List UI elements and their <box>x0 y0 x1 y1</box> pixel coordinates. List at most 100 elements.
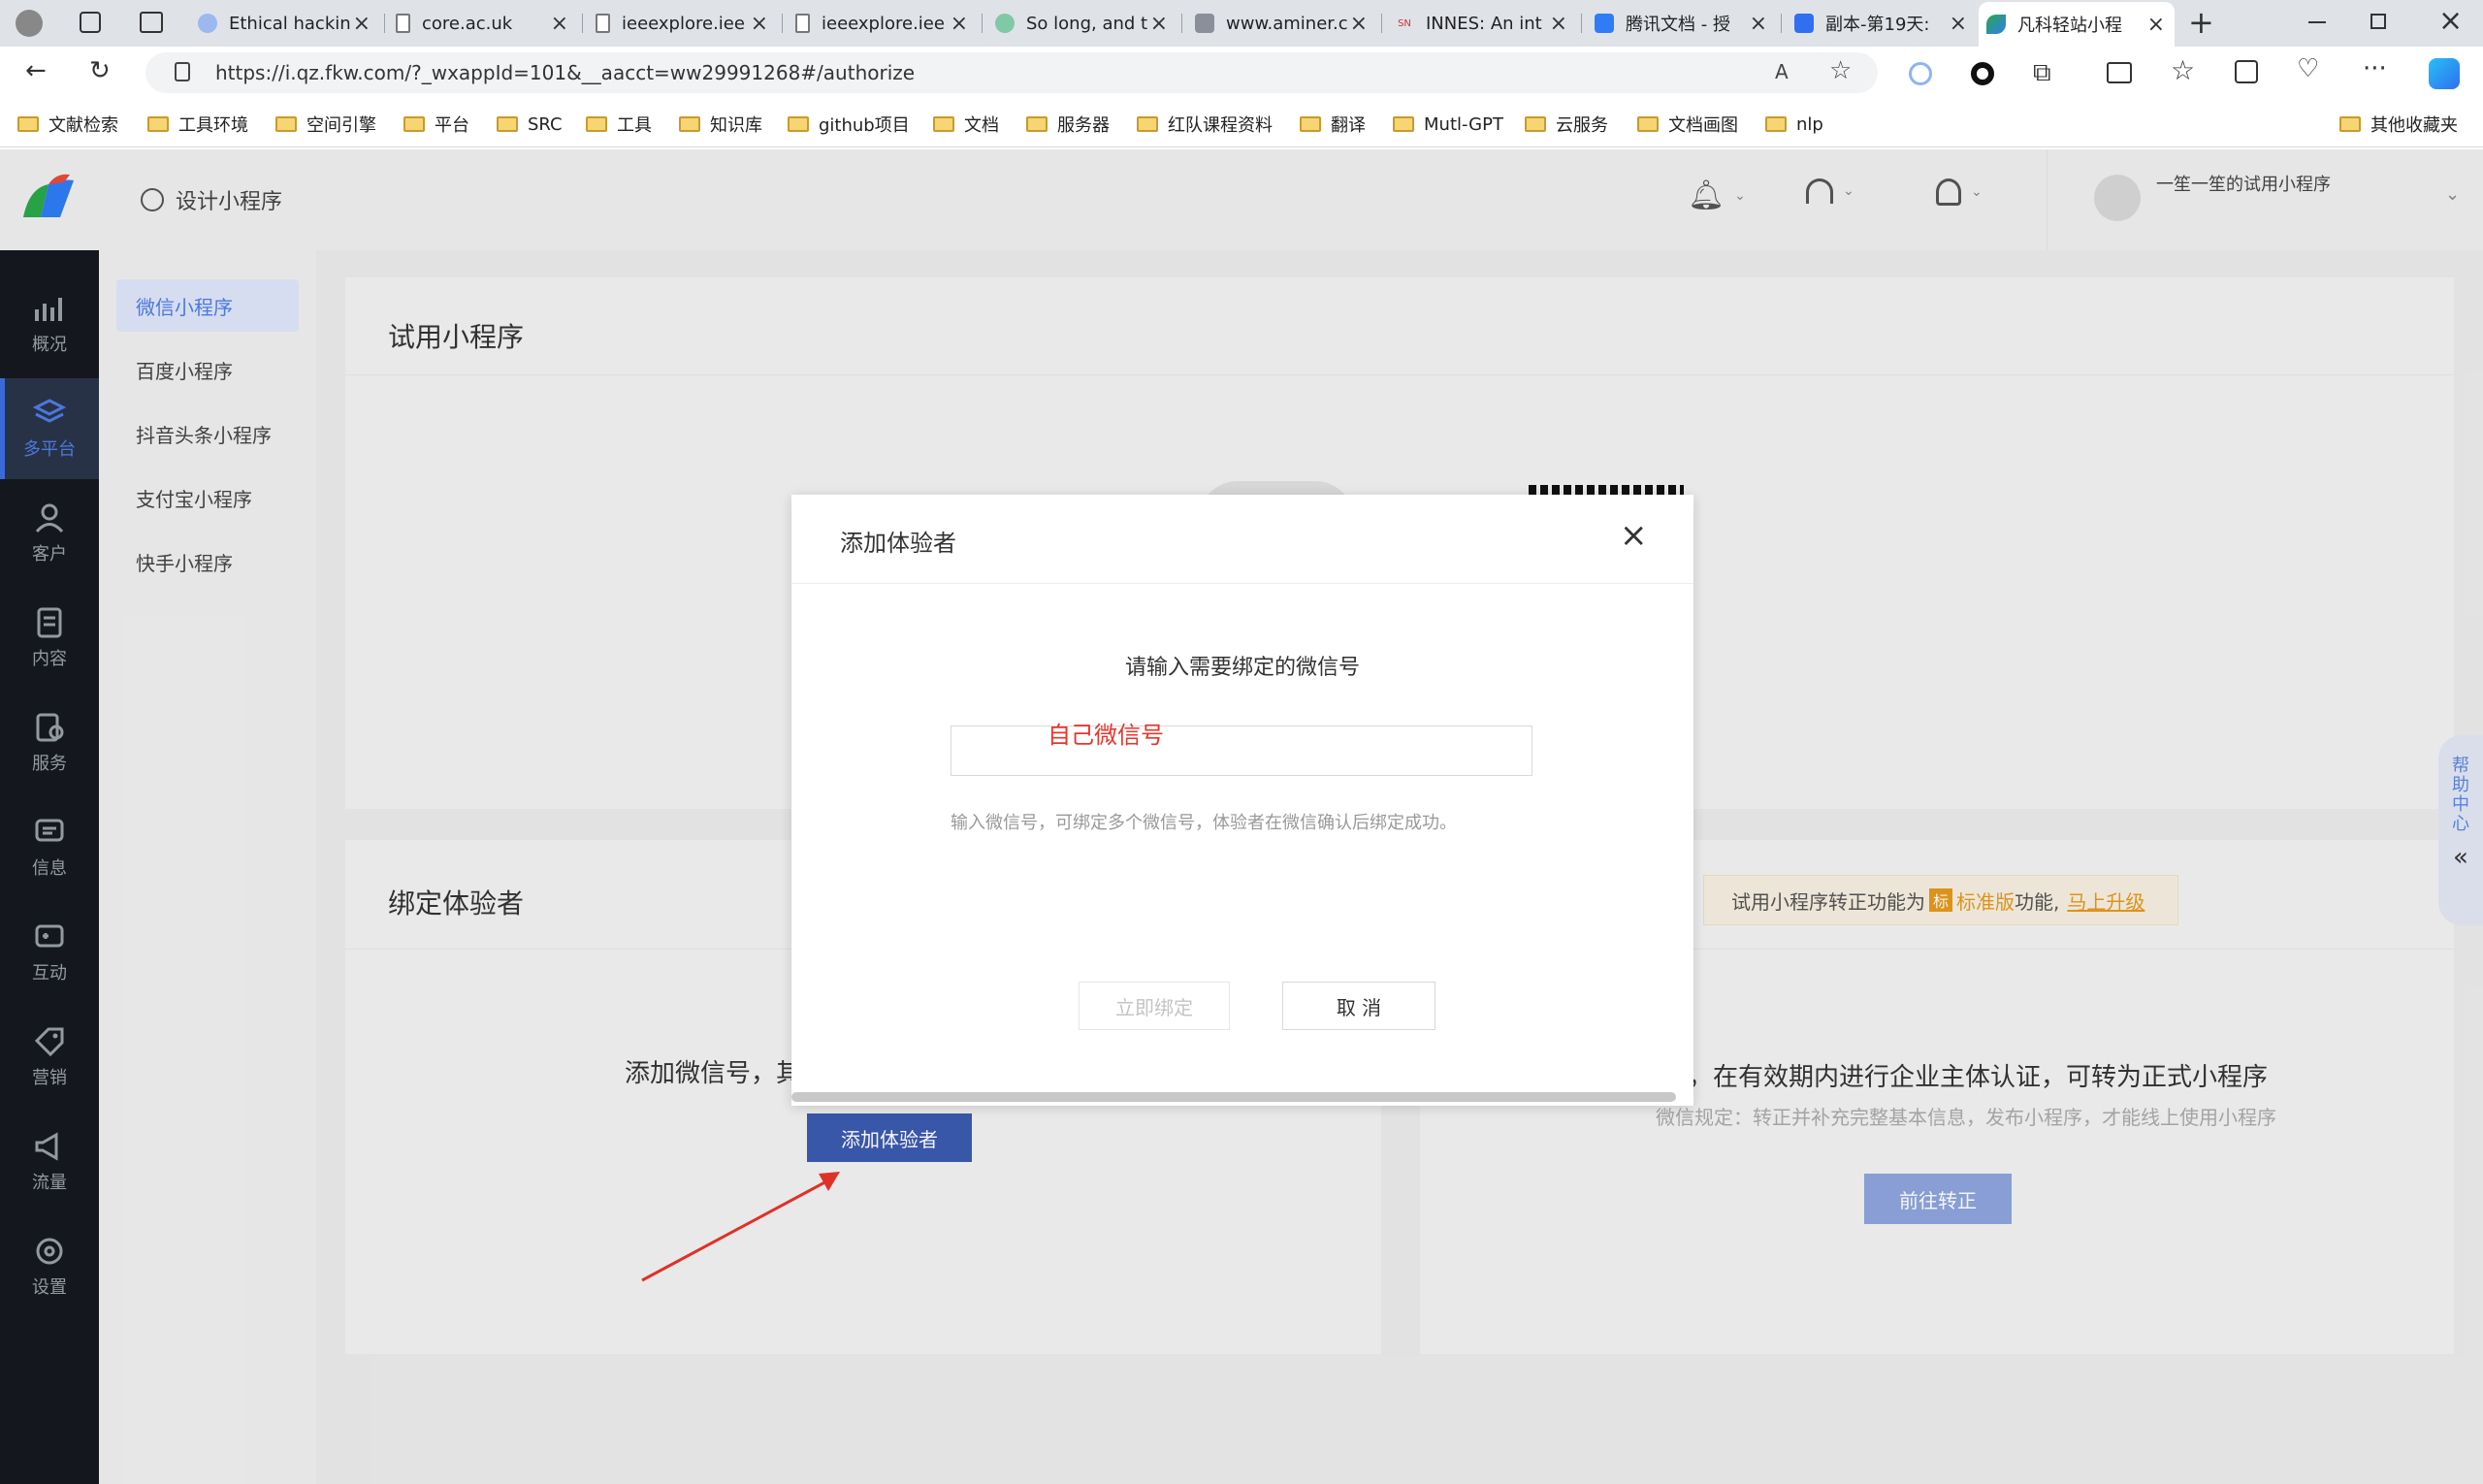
extension-icon[interactable] <box>1909 62 1932 85</box>
folder-icon <box>1393 116 1414 132</box>
folder-icon <box>1026 116 1048 132</box>
folder-icon <box>788 116 809 132</box>
bookmark-folder[interactable]: 云服务 <box>1525 111 1608 138</box>
close-tab-icon[interactable]: × <box>1750 12 1767 36</box>
browser-tab-strip: Ethical hackin × core.ac.uk × ieeexplore… <box>0 0 2483 47</box>
close-tab-icon[interactable]: × <box>353 12 371 36</box>
folder-icon <box>679 116 700 132</box>
bookmark-folder[interactable]: 文档 <box>933 111 999 138</box>
favorites-icon[interactable]: ☆ <box>2171 54 2195 86</box>
close-tab-icon[interactable]: × <box>1550 12 1567 36</box>
dialog-prompt: 请输入需要绑定的微信号 <box>1124 656 1360 680</box>
bookmark-label: 工具 <box>617 115 652 136</box>
close-tab-icon[interactable]: × <box>951 12 968 36</box>
bookmark-folder[interactable]: 工具环境 <box>147 111 248 138</box>
horizontal-scrollbar[interactable] <box>791 1092 1676 1102</box>
browser-tab[interactable]: ieeexplore.iee × <box>788 6 978 41</box>
bookmark-folder[interactable]: 文献检索 <box>17 111 118 138</box>
add-tester-dialog: 添加体验者 × 请输入需要绑定的微信号 自己微信号 输入微信号，可绑定多个微信号… <box>791 495 1693 1106</box>
record-icon[interactable] <box>1971 62 1994 85</box>
tab-title: 腾讯文档 - 授 <box>1626 15 1730 35</box>
minimize-icon[interactable] <box>2308 21 2326 23</box>
read-aloud-icon[interactable]: A <box>1775 60 1789 83</box>
lock-icon <box>175 62 190 81</box>
bookmark-folder[interactable]: 空间引擎 <box>275 111 376 138</box>
favorite-star-icon[interactable]: ☆ <box>1829 56 1852 85</box>
cancel-button[interactable]: 取 消 <box>1282 982 1435 1030</box>
close-tab-icon[interactable]: × <box>1150 12 1168 36</box>
tab-actions-icon[interactable] <box>140 12 163 33</box>
folder-icon <box>403 116 425 132</box>
browser-tab[interactable]: 腾讯文档 - 授 × <box>1587 6 1777 41</box>
collections-icon[interactable] <box>2235 60 2258 83</box>
folder-icon <box>1525 116 1546 132</box>
close-icon[interactable]: × <box>1620 516 1648 555</box>
browser-tab[interactable]: www.aminer.c × <box>1187 6 1377 41</box>
bookmark-label: github项目 <box>819 115 910 136</box>
new-tab-icon[interactable]: + <box>2188 4 2214 41</box>
browser-tab[interactable]: SN INNES: An int × <box>1387 6 1577 41</box>
page-icon <box>396 14 410 33</box>
page-icon <box>596 14 610 33</box>
swirl-icon <box>995 14 1015 33</box>
tab-title: 凡科轻站小程 <box>2017 16 2122 36</box>
tab-title: core.ac.uk <box>422 13 513 34</box>
bookmark-folder[interactable]: SRC <box>497 111 563 138</box>
folder-icon <box>586 116 607 132</box>
more-options-icon[interactable]: ··· <box>2363 54 2387 83</box>
close-tab-icon[interactable]: × <box>1950 12 1967 36</box>
bookmark-label: 空间引擎 <box>306 115 376 136</box>
bookmark-folder[interactable]: 文档画图 <box>1637 111 1738 138</box>
url-text: https://i.qz.fkw.com/?_wxappId=101&__aac… <box>215 61 916 84</box>
split-screen-icon[interactable] <box>2107 62 2132 83</box>
profile-icon[interactable] <box>16 10 43 37</box>
folder-icon <box>147 116 169 132</box>
bookmark-label: 知识库 <box>710 115 762 136</box>
workspaces-icon[interactable] <box>80 12 101 33</box>
bookmark-folder[interactable]: Mutl-GPT <box>1393 111 1503 138</box>
tab-title: ieeexplore.iee <box>822 13 945 34</box>
bookmark-folder[interactable]: 服务器 <box>1026 111 1110 138</box>
browser-tab[interactable]: 副本-第19天: × <box>1787 6 1977 41</box>
close-tab-icon[interactable]: × <box>551 12 568 36</box>
doc-icon <box>1794 14 1814 33</box>
browser-tab[interactable]: ieeexplore.iee × <box>588 6 778 41</box>
copilot-icon[interactable] <box>2429 58 2460 89</box>
red-annotation-text: 自己微信号 <box>1048 722 1164 749</box>
wechat-id-input[interactable] <box>951 726 1532 776</box>
bookmark-folder[interactable]: github项目 <box>788 111 910 138</box>
bookmark-folder[interactable]: 工具 <box>586 111 652 138</box>
browser-tab[interactable]: core.ac.uk × <box>388 6 578 41</box>
bookmark-label: 文档画图 <box>1668 115 1738 136</box>
close-tab-icon[interactable]: × <box>1350 12 1368 36</box>
browser-tab[interactable]: Ethical hackin × <box>190 6 380 41</box>
cloud-icon <box>198 14 217 33</box>
bookmark-folder[interactable]: nlp <box>1765 111 1823 138</box>
sn-icon: SN <box>1398 17 1411 29</box>
bookmark-label: 平台 <box>435 115 469 136</box>
close-tab-icon[interactable]: × <box>751 12 768 36</box>
bookmark-label: 红队课程资料 <box>1168 115 1273 136</box>
heart-pulse-icon[interactable]: ♡ <box>2297 54 2319 83</box>
tab-title: www.aminer.c <box>1226 13 1348 34</box>
bookmark-folder[interactable]: 翻译 <box>1300 111 1366 138</box>
browser-tab[interactable]: So long, and t × <box>987 6 1177 41</box>
other-bookmarks-folder[interactable]: 其他收藏夹 <box>2339 111 2458 138</box>
close-tab-icon[interactable]: × <box>2147 13 2165 37</box>
bookmark-folder[interactable]: 红队课程资料 <box>1137 111 1273 138</box>
puzzle-extension-icon[interactable]: ⧉ <box>2033 58 2051 88</box>
reload-icon[interactable]: ↻ <box>89 56 111 85</box>
bookmark-folder[interactable]: 平台 <box>403 111 469 138</box>
address-bar[interactable]: https://i.qz.fkw.com/?_wxappId=101&__aac… <box>145 52 1878 93</box>
bookmark-folder[interactable]: 知识库 <box>679 111 762 138</box>
close-window-icon[interactable]: × <box>2438 4 2463 38</box>
bookmark-label: 工具环境 <box>178 115 248 136</box>
fkw-icon <box>1986 15 2006 34</box>
bind-now-button[interactable]: 立即绑定 <box>1079 982 1230 1030</box>
browser-tab-active[interactable]: 凡科轻站小程 × <box>1979 2 2175 47</box>
restore-icon[interactable] <box>2370 14 2386 29</box>
folder-icon <box>17 116 39 132</box>
back-icon[interactable]: ← <box>25 56 47 85</box>
dialog-hint: 输入微信号，可绑定多个微信号，体验者在微信确认后绑定成功。 <box>951 813 1457 833</box>
bookmark-label: 文档 <box>964 115 999 136</box>
